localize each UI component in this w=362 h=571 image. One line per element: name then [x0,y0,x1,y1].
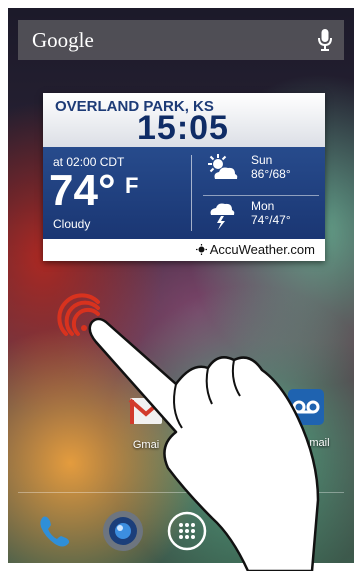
forecast-day-2: Mon [251,199,275,213]
dock-divider [18,492,344,493]
weather-widget[interactable]: OVERLAND PARK, KS 15:05 at 02:00 CDT 74°… [43,93,325,261]
forecast-temps-1: 86°/68° [251,167,291,181]
forecast-temps-2: 74°/47° [251,213,291,227]
messaging-icon[interactable] [226,508,272,554]
microphone-icon[interactable] [310,20,340,60]
google-search-bar[interactable]: Google [18,20,344,60]
gmail-icon [126,390,166,435]
weather-temperature: 74° [49,166,116,215]
thunderstorm-icon [205,199,239,236]
weather-unit: F [125,173,139,198]
google-search-label: Google [32,27,94,52]
accuweather-sun-icon [195,244,207,255]
app-voicemail[interactable]: Voicemail [276,386,336,449]
weather-condition: Cloudy [53,217,91,231]
weather-clock: 15:05 [137,109,229,147]
accuweather-label: AccuWeather.com [209,242,315,257]
forecast-divider [203,195,319,196]
dock [8,500,354,560]
voicemail-icon [285,386,327,433]
app-drawer-icon[interactable] [164,508,210,554]
accuweather-brand: AccuWeather.com [195,242,315,257]
forecast-day-1: Sun [251,153,273,167]
app-voicemail-label: Voicemail [282,437,330,449]
weather-divider [191,155,192,231]
camera-icon[interactable] [100,508,146,554]
app-gmail[interactable]: Gmai [116,390,176,451]
home-screen: Google OVERLAND PARK, KS 15:05 at 02:00 … [8,8,354,563]
app-gmail-label: Gmai [132,439,160,451]
nfc-signal-icon[interactable] [54,290,104,340]
partly-sunny-icon [205,153,239,190]
phone-icon[interactable] [32,508,78,554]
